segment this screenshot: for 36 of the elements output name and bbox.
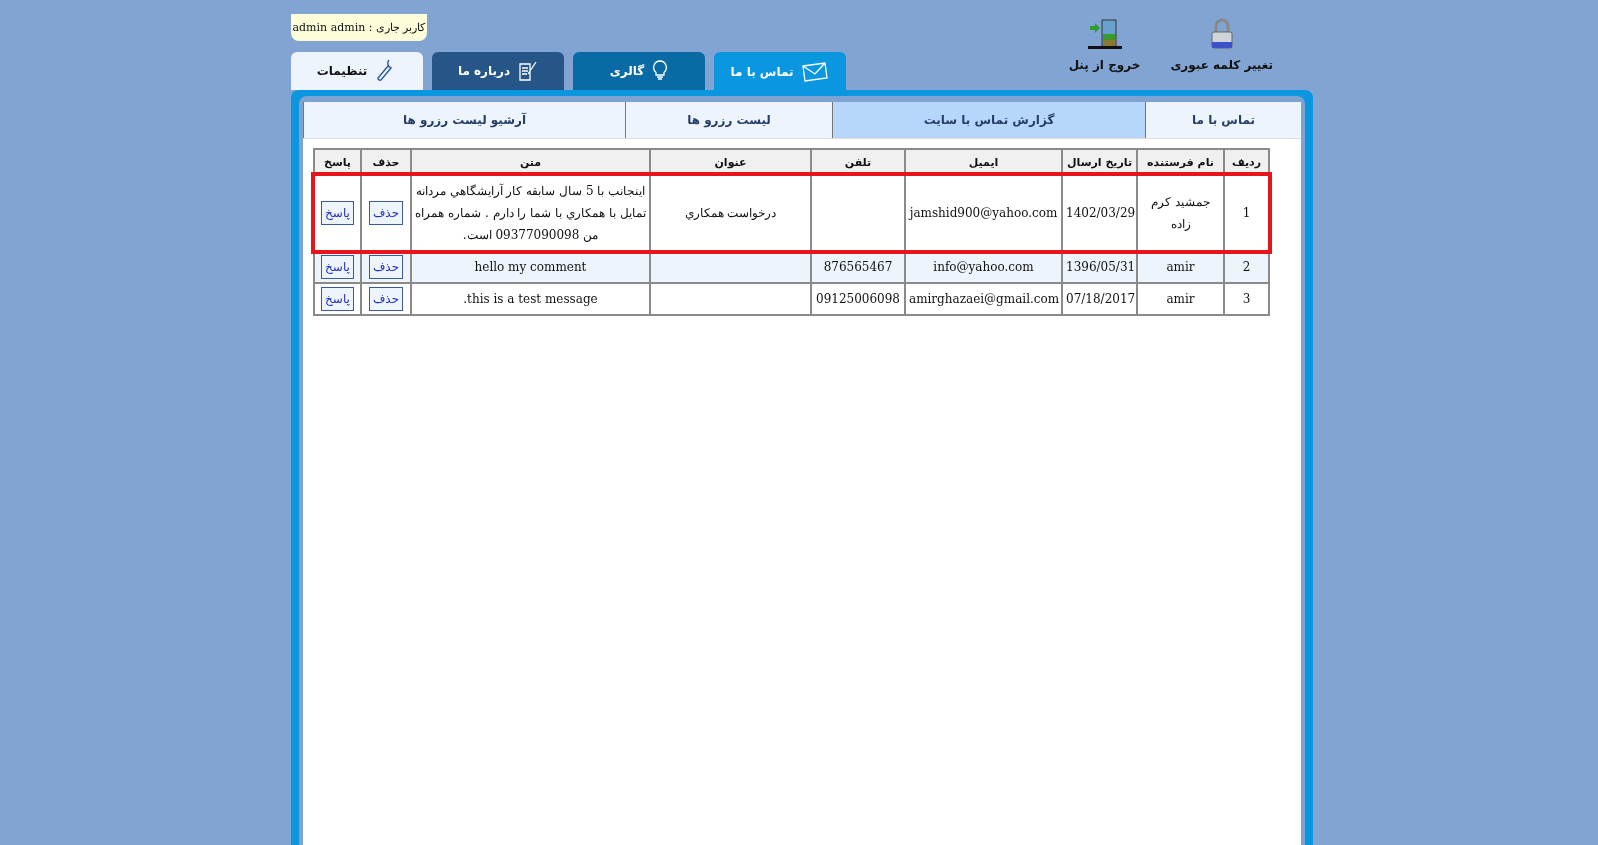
row-number-cell: 3 [1224,283,1269,315]
column-header: عنوان [650,149,811,175]
nav-tab[interactable]: درباره ما [432,52,564,90]
delete-button[interactable]: حذف [368,201,404,225]
toolbar-button[interactable]: تغییر کلمه عبوری [1170,18,1273,90]
column-header: تلفن [811,149,905,175]
reply-button[interactable]: پاسخ [321,201,354,225]
email-cell: amirghazaei@gmail.com [905,283,1062,315]
sub-tab[interactable]: گزارش تماس با سایت [832,102,1145,138]
sub-tab[interactable]: آرشیو لیست رزرو ها [303,102,625,138]
delete-button[interactable]: حذف [368,287,404,311]
column-header: متن [411,149,650,175]
envelope-icon [801,62,830,82]
sub-tab[interactable]: لیست رزرو ها [625,102,832,138]
padlock-icon [1208,18,1235,50]
date-cell: 1402/03/29 [1062,175,1137,251]
nav-tab[interactable]: گالری [573,52,705,90]
column-header: حذف [361,149,411,175]
date-cell: 07/18/2017 [1062,283,1137,315]
column-header: ایمیل [905,149,1062,175]
reply-button[interactable]: پاسخ [321,287,354,311]
sender-cell: amir [1137,283,1224,315]
phone-cell: 09125006098 [811,283,905,315]
light-bulb-icon [652,60,669,82]
toolbar-button[interactable]: خروج از پنل [1068,18,1141,90]
delete-button[interactable]: حذف [368,255,404,279]
pen-paper-icon [518,60,539,82]
sub-tab[interactable]: تماس با ما [1145,102,1301,138]
reply-button[interactable]: پاسخ [321,255,354,279]
nav-tab[interactable]: تنظیمات [291,52,423,90]
door-exit-icon [1087,18,1122,50]
message-cell: .this is a test message [411,283,650,315]
current-user-label: کاربر جاری : admin admin [291,14,427,41]
column-header: تاریخ ارسال [1062,149,1137,175]
column-header: نام فرستنده [1137,149,1224,175]
column-header: ردیف [1224,149,1269,175]
